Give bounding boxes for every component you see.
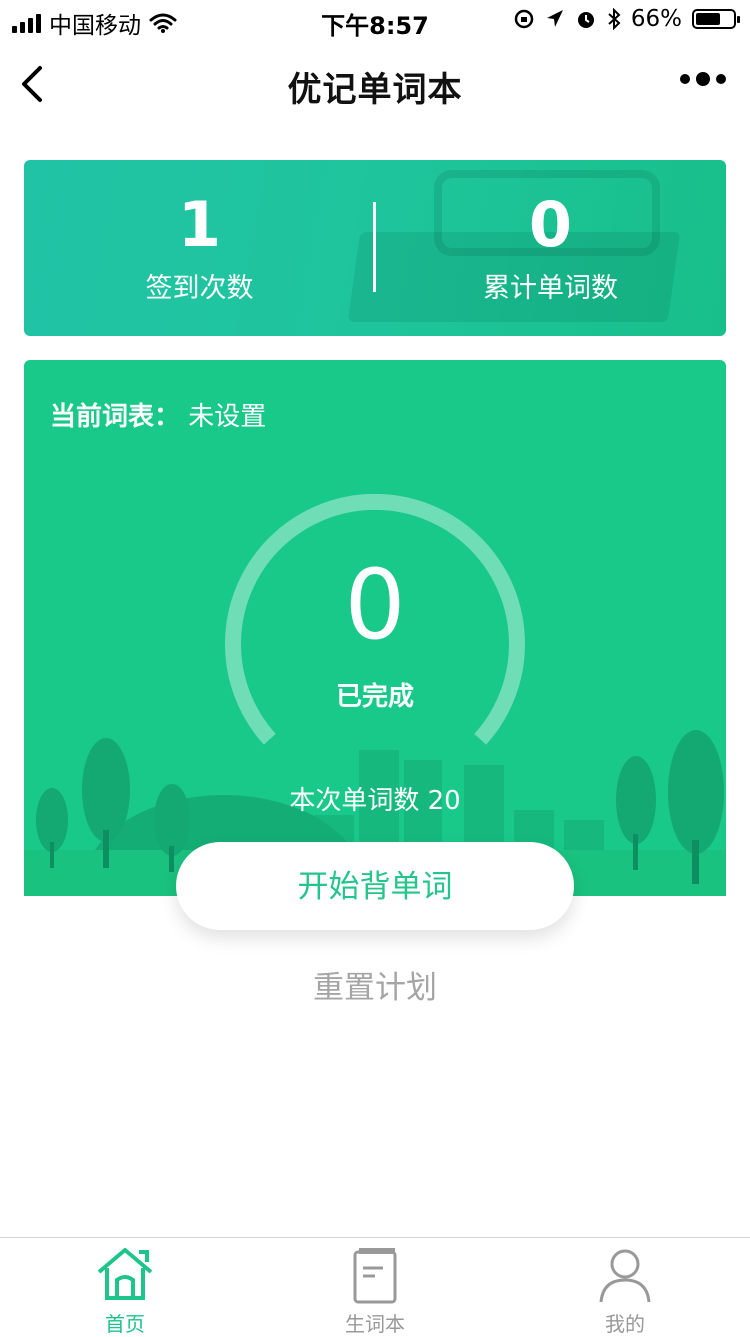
plan-card: 当前词表： 未设置 0 已完成 本次单词数 20 xyxy=(24,360,726,896)
location-icon xyxy=(546,10,563,27)
status-right: 66% xyxy=(513,6,740,32)
current-list-value[interactable]: 未设置 xyxy=(188,402,266,432)
total-words-count: 0 xyxy=(528,188,573,261)
checkin-label: 签到次数 xyxy=(145,273,254,304)
session-words-count: 本次单词数 20 xyxy=(289,786,461,816)
battery-icon xyxy=(692,9,740,29)
tab-profile[interactable]: 我的 xyxy=(500,1238,750,1336)
battery-fill xyxy=(696,13,720,25)
orientation-lock-icon xyxy=(514,9,534,29)
home-icon xyxy=(97,1248,153,1300)
alarm-icon xyxy=(577,12,594,28)
notebook-icon xyxy=(353,1248,397,1304)
status-bar: 中国移动 下午8:57 66% xyxy=(0,0,750,40)
user-icon xyxy=(599,1249,651,1303)
completed-label: 已完成 xyxy=(335,682,414,712)
total-words-label: 累计单词数 xyxy=(483,273,618,304)
completed-count: 0 xyxy=(344,549,406,661)
reset-plan-link[interactable]: 重置计划 xyxy=(0,962,750,1007)
stats-card: 1 签到次数 0 累计单词数 xyxy=(24,160,726,336)
start-memorizing-button[interactable]: 开始背单词 xyxy=(176,842,574,930)
bluetooth-icon xyxy=(608,8,621,30)
checkin-count: 1 xyxy=(177,188,222,261)
tab-bar: 首页 生词本 我的 xyxy=(0,1237,750,1336)
tab-home[interactable]: 首页 xyxy=(0,1238,250,1336)
total-words-stat: 0 累计单词数 xyxy=(375,190,726,305)
page-title: 优记单词本 xyxy=(287,70,463,110)
more-dots-icon[interactable] xyxy=(680,72,726,86)
tab-home-label: 首页 xyxy=(105,1312,145,1336)
battery-percent: 66% xyxy=(630,6,682,32)
tab-notebook[interactable]: 生词本 xyxy=(250,1238,500,1336)
tab-notebook-label: 生词本 xyxy=(345,1312,405,1336)
current-list: 当前词表： 未设置 xyxy=(50,402,267,432)
tab-profile-label: 我的 xyxy=(605,1312,645,1336)
navigation-bar: 优记单词本 xyxy=(0,40,750,128)
checkin-stat: 1 签到次数 xyxy=(24,190,375,305)
current-list-label: 当前词表 xyxy=(50,402,155,432)
